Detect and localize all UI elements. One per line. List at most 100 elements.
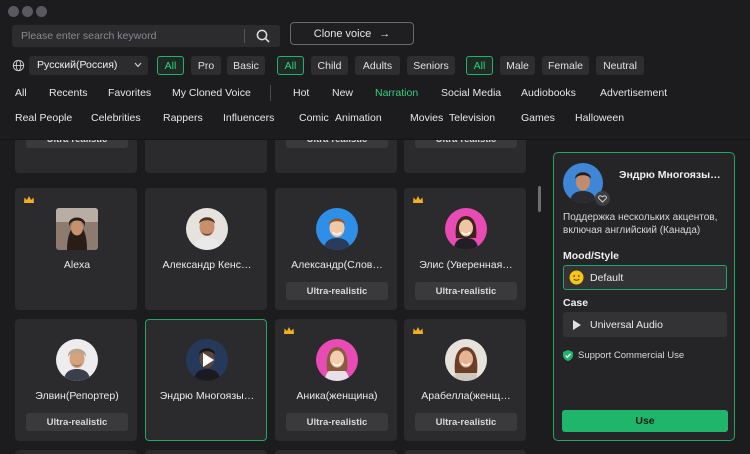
voice-name: Элвин(Репортер)	[35, 390, 119, 402]
voice-card[interactable]: Ultra-realistic	[15, 140, 137, 173]
tab-separator	[270, 85, 271, 101]
tab-advertisement[interactable]: Advertisement	[600, 87, 667, 99]
search-divider	[244, 29, 245, 43]
tab-favorites[interactable]: Favorites	[108, 87, 151, 99]
case-select[interactable]: Universal Audio	[563, 312, 727, 337]
play-icon	[573, 319, 581, 330]
voice-card-anika[interactable]: Аника(женщина) Ultra-realistic	[275, 319, 397, 441]
case-label: Case	[563, 297, 589, 309]
search-icon[interactable]	[255, 28, 271, 44]
avatar	[316, 208, 358, 250]
language-select[interactable]: Русский(Россия)	[29, 56, 148, 75]
tab-hot[interactable]: Hot	[293, 87, 309, 99]
tab-narration[interactable]: Narration	[375, 87, 418, 99]
chevron-down-icon	[134, 62, 142, 68]
search-bar	[12, 25, 280, 47]
filter-gender-female[interactable]: Female	[542, 56, 589, 75]
voice-card[interactable]	[145, 140, 267, 173]
mood-style-value: Default	[590, 271, 624, 284]
detail-voice-title: Эндрю Многоязы…	[619, 169, 721, 181]
tab-recents[interactable]: Recents	[49, 87, 88, 99]
tab-halloween[interactable]: Halloween	[575, 112, 624, 124]
clone-voice-button[interactable]: Clone voice →	[290, 22, 414, 45]
filter-age-seniors[interactable]: Seniors	[407, 56, 455, 75]
tab-new[interactable]: New	[332, 87, 353, 99]
filter-tier-all[interactable]: All	[157, 56, 184, 75]
tab-real-people[interactable]: Real People	[15, 112, 72, 124]
voice-card-elvin[interactable]: Элвин(Репортер) Ultra-realistic	[15, 319, 137, 441]
arrow-right-icon: →	[379, 27, 391, 40]
case-value: Universal Audio	[590, 318, 663, 331]
voice-card[interactable]	[275, 450, 397, 454]
filter-tier-pro[interactable]: Pro	[191, 56, 221, 75]
ultra-realistic-badge: Ultra-realistic	[286, 413, 388, 431]
voice-name: Эндрю Многоязы…	[159, 390, 255, 402]
window-zoom-control[interactable]	[36, 6, 47, 17]
commercial-use-note: Support Commercial Use	[563, 350, 684, 361]
filter-gender-male[interactable]: Male	[500, 56, 535, 75]
voice-card-aleksandr-slov[interactable]: Александр(Слов… Ultra-realistic	[275, 188, 397, 310]
mood-style-select[interactable]: Default	[563, 265, 727, 290]
ultra-realistic-badge: Ultra-realistic	[415, 140, 517, 148]
ultra-realistic-badge: Ultra-realistic	[26, 140, 128, 148]
tab-audiobooks[interactable]: Audiobooks	[521, 87, 576, 99]
search-input[interactable]	[12, 25, 244, 47]
voice-card[interactable]: Ultra-realistic	[404, 140, 526, 173]
voice-card[interactable]: Ultra-realistic	[275, 140, 397, 173]
avatar	[316, 339, 358, 381]
tab-my-cloned-voice[interactable]: My Cloned Voice	[172, 87, 251, 99]
play-icon[interactable]	[201, 352, 215, 368]
avatar	[56, 208, 98, 250]
crown-icon	[413, 196, 423, 203]
voice-card-endryu-selected[interactable]: Эндрю Многоязы…	[145, 319, 267, 441]
voice-card[interactable]	[15, 450, 137, 454]
filter-age-child[interactable]: Child	[311, 56, 348, 75]
tab-celebrities[interactable]: Celebrities	[91, 112, 141, 124]
tab-comic[interactable]: Comic	[299, 112, 329, 124]
scrollbar-thumb[interactable]	[538, 186, 541, 212]
use-button[interactable]: Use	[562, 410, 728, 432]
tab-television[interactable]: Television	[449, 112, 495, 124]
avatar	[56, 339, 98, 381]
voice-name: Alexa	[63, 259, 91, 271]
filter-age-adults[interactable]: Adults	[355, 56, 400, 75]
voice-card-arabella[interactable]: Арабелла(женщ… Ultra-realistic	[404, 319, 526, 441]
voice-grid: Ultra-realistic Ultra-realistic Ultra-re…	[0, 140, 545, 454]
voice-card-elis[interactable]: Элис (Уверенная… Ultra-realistic	[404, 188, 526, 310]
filter-gender-all[interactable]: All	[466, 56, 493, 75]
voice-detail-panel: Эндрю Многоязы… Поддержка нескольких акц…	[553, 152, 735, 441]
window-close-control[interactable]	[8, 6, 19, 17]
crown-icon	[24, 196, 34, 203]
avatar	[186, 208, 228, 250]
tab-social-media[interactable]: Social Media	[441, 87, 501, 99]
crown-icon	[413, 327, 423, 334]
ultra-realistic-badge: Ultra-realistic	[26, 413, 128, 431]
favorite-heart-icon[interactable]	[595, 191, 610, 206]
avatar	[445, 339, 487, 381]
tab-movies[interactable]: Movies	[410, 112, 443, 124]
voice-card-alexa[interactable]: Alexa	[15, 188, 137, 310]
language-value: Русский(Россия)	[37, 59, 118, 71]
voice-name: Александр(Слов…	[291, 259, 383, 271]
filter-tier-basic[interactable]: Basic	[227, 56, 265, 75]
shield-check-icon	[563, 350, 573, 361]
mood-style-label: Mood/Style	[563, 250, 620, 262]
ultra-realistic-badge: Ultra-realistic	[415, 413, 517, 431]
filter-gender-neutral[interactable]: Neutral	[596, 56, 644, 75]
detail-description: Поддержка нескольких акцентов, включая а…	[563, 212, 718, 236]
tab-all[interactable]: All	[15, 87, 27, 99]
tab-games[interactable]: Games	[521, 112, 555, 124]
commercial-use-text: Support Commercial Use	[578, 350, 685, 361]
voice-card-aleksandr-kens[interactable]: Александр Кенс…	[145, 188, 267, 310]
voice-card[interactable]	[145, 450, 267, 454]
ultra-realistic-badge: Ultra-realistic	[415, 282, 517, 300]
voice-card[interactable]	[404, 450, 526, 454]
tab-animation[interactable]: Animation	[335, 112, 382, 124]
tab-rappers[interactable]: Rappers	[163, 112, 203, 124]
avatar	[445, 208, 487, 250]
tab-influencers[interactable]: Influencers	[223, 112, 274, 124]
window-minimize-control[interactable]	[22, 6, 33, 17]
crown-icon	[284, 327, 294, 334]
ultra-realistic-badge: Ultra-realistic	[286, 282, 388, 300]
filter-age-all[interactable]: All	[277, 56, 304, 75]
